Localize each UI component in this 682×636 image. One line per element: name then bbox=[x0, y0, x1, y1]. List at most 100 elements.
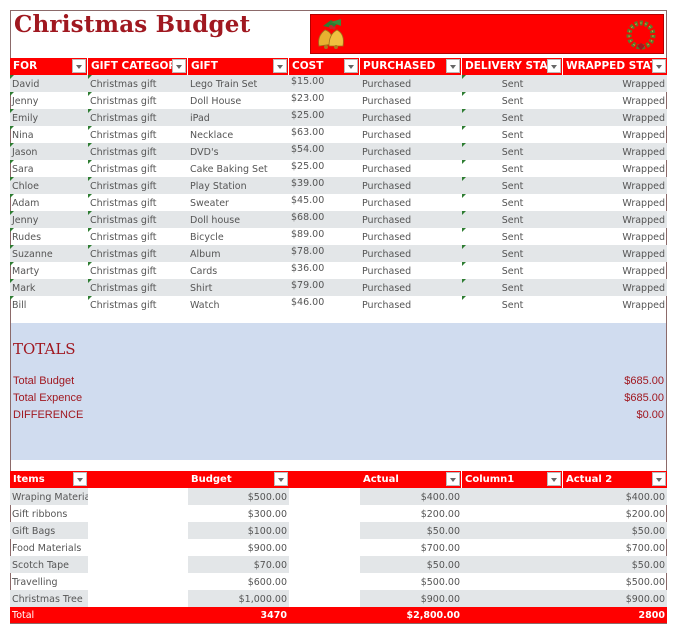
cell-budget[interactable]: $70.00 bbox=[188, 556, 289, 573]
cell-delivery-status[interactable]: Sent bbox=[462, 279, 563, 296]
cell-purchased[interactable]: Purchased bbox=[360, 296, 462, 313]
column-header-budget[interactable]: Budget bbox=[188, 471, 289, 488]
cell-purchased[interactable]: Purchased bbox=[360, 279, 462, 296]
cell-cost[interactable]: $36.00 bbox=[289, 262, 360, 279]
cell-wrapped-status[interactable]: Wrapped bbox=[563, 109, 667, 126]
cell-gift-category[interactable]: Christmas gift bbox=[88, 245, 188, 262]
cell-gift-category[interactable]: Christmas gift bbox=[88, 279, 188, 296]
filter-dropdown-icon[interactable] bbox=[547, 472, 561, 486]
cell-column1[interactable] bbox=[462, 488, 563, 505]
cell-wrapped-status[interactable]: Wrapped bbox=[563, 279, 667, 296]
cell-purchased[interactable]: Purchased bbox=[360, 177, 462, 194]
column-header-cost[interactable]: COST bbox=[289, 58, 360, 75]
cell-gift[interactable]: Shirt bbox=[188, 279, 289, 296]
cell-delivery-status[interactable]: Sent bbox=[462, 143, 563, 160]
cell-actual[interactable]: $500.00 bbox=[360, 573, 462, 590]
cell-cost[interactable]: $39.00 bbox=[289, 177, 360, 194]
column-header-delivery-status[interactable]: DELIVERY STAT bbox=[462, 58, 563, 75]
cell-wrapped-status[interactable]: Wrapped bbox=[563, 262, 667, 279]
cell-gift[interactable]: Sweater bbox=[188, 194, 289, 211]
cell-delivery-status[interactable]: Sent bbox=[462, 296, 563, 313]
cell-purchased[interactable]: Purchased bbox=[360, 160, 462, 177]
cell-actual-2[interactable]: $500.00 bbox=[563, 573, 667, 590]
cell-actual[interactable]: $50.00 bbox=[360, 522, 462, 539]
cell-actual[interactable]: $50.00 bbox=[360, 556, 462, 573]
cell-budget[interactable]: $500.00 bbox=[188, 488, 289, 505]
cell-gift-category[interactable]: Christmas gift bbox=[88, 143, 188, 160]
filter-dropdown-icon[interactable] bbox=[344, 59, 358, 73]
cell-delivery-status[interactable]: Sent bbox=[462, 194, 563, 211]
cell-cost[interactable]: $46.00 bbox=[289, 296, 360, 313]
cell-budget[interactable]: $100.00 bbox=[188, 522, 289, 539]
cell-delivery-status[interactable]: Sent bbox=[462, 92, 563, 109]
filter-dropdown-icon[interactable] bbox=[172, 59, 186, 73]
cell-cost[interactable]: $54.00 bbox=[289, 143, 360, 160]
cell-column1[interactable] bbox=[462, 539, 563, 556]
cell-budget[interactable]: $900.00 bbox=[188, 539, 289, 556]
cell-delivery-status[interactable]: Sent bbox=[462, 211, 563, 228]
cell-for[interactable]: Mark bbox=[10, 279, 88, 296]
cell-delivery-status[interactable]: Sent bbox=[462, 177, 563, 194]
column-header-actual[interactable]: Actual bbox=[360, 471, 462, 488]
cell-purchased[interactable]: Purchased bbox=[360, 143, 462, 160]
filter-dropdown-icon[interactable] bbox=[652, 472, 666, 486]
cell-purchased[interactable]: Purchased bbox=[360, 109, 462, 126]
cell-actual-2[interactable]: $900.00 bbox=[563, 590, 667, 607]
cell-delivery-status[interactable]: Sent bbox=[462, 160, 563, 177]
cell-wrapped-status[interactable]: Wrapped bbox=[563, 211, 667, 228]
cell-cost[interactable]: $15.00 bbox=[289, 75, 360, 92]
filter-dropdown-icon[interactable] bbox=[273, 59, 287, 73]
cell-purchased[interactable]: Purchased bbox=[360, 245, 462, 262]
cell-purchased[interactable]: Purchased bbox=[360, 194, 462, 211]
cell-cost[interactable]: $89.00 bbox=[289, 228, 360, 245]
cell-for[interactable]: Marty bbox=[10, 262, 88, 279]
cell-gift-category[interactable]: Christmas gift bbox=[88, 228, 188, 245]
cell-cost[interactable]: $45.00 bbox=[289, 194, 360, 211]
cell-gift[interactable]: Doll House bbox=[188, 92, 289, 109]
cell-for[interactable]: Chloe bbox=[10, 177, 88, 194]
cell-purchased[interactable]: Purchased bbox=[360, 126, 462, 143]
cell-cost[interactable]: $63.00 bbox=[289, 126, 360, 143]
cell-gift-category[interactable]: Christmas gift bbox=[88, 109, 188, 126]
cell-item[interactable]: Travelling bbox=[10, 573, 88, 590]
cell-gift-category[interactable]: Christmas gift bbox=[88, 126, 188, 143]
cell-column1[interactable] bbox=[462, 505, 563, 522]
cell-column1[interactable] bbox=[462, 556, 563, 573]
column-header-actual-2[interactable]: Actual 2 bbox=[563, 471, 667, 488]
cell-column1[interactable] bbox=[462, 573, 563, 590]
cell-item[interactable]: Food Materials bbox=[10, 539, 88, 556]
cell-for[interactable]: Nina bbox=[10, 126, 88, 143]
cell-budget[interactable]: $300.00 bbox=[188, 505, 289, 522]
filter-dropdown-icon[interactable] bbox=[446, 472, 460, 486]
cell-for[interactable]: Suzanne bbox=[10, 245, 88, 262]
cell-gift[interactable]: Cards bbox=[188, 262, 289, 279]
cell-purchased[interactable]: Purchased bbox=[360, 262, 462, 279]
cell-purchased[interactable]: Purchased bbox=[360, 75, 462, 92]
cell-gift-category[interactable]: Christmas gift bbox=[88, 296, 188, 313]
cell-actual-2[interactable]: $200.00 bbox=[563, 505, 667, 522]
cell-purchased[interactable]: Purchased bbox=[360, 92, 462, 109]
cell-gift[interactable]: iPad bbox=[188, 109, 289, 126]
cell-cost[interactable]: $25.00 bbox=[289, 109, 360, 126]
cell-for[interactable]: Jenny bbox=[10, 92, 88, 109]
cell-item[interactable]: Scotch Tape bbox=[10, 556, 88, 573]
column-header-wrapped-status[interactable]: WRAPPED STAT bbox=[563, 58, 667, 75]
cell-column1[interactable] bbox=[462, 522, 563, 539]
column-header-for[interactable]: FOR bbox=[10, 58, 88, 75]
cell-gift[interactable]: Bicycle bbox=[188, 228, 289, 245]
cell-actual[interactable]: $400.00 bbox=[360, 488, 462, 505]
cell-delivery-status[interactable]: Sent bbox=[462, 75, 563, 92]
cell-for[interactable]: Sara bbox=[10, 160, 88, 177]
cell-delivery-status[interactable]: Sent bbox=[462, 126, 563, 143]
cell-purchased[interactable]: Purchased bbox=[360, 228, 462, 245]
cell-actual-2[interactable]: $700.00 bbox=[563, 539, 667, 556]
column-header-gift-category[interactable]: GIFT CATEGOR bbox=[88, 58, 188, 75]
cell-budget[interactable]: $600.00 bbox=[188, 573, 289, 590]
cell-purchased[interactable]: Purchased bbox=[360, 211, 462, 228]
cell-gift-category[interactable]: Christmas gift bbox=[88, 177, 188, 194]
cell-cost[interactable]: $23.00 bbox=[289, 92, 360, 109]
cell-wrapped-status[interactable]: Wrapped bbox=[563, 143, 667, 160]
cell-gift[interactable]: Watch bbox=[188, 296, 289, 313]
cell-for[interactable]: Adam bbox=[10, 194, 88, 211]
cell-wrapped-status[interactable]: Wrapped bbox=[563, 126, 667, 143]
